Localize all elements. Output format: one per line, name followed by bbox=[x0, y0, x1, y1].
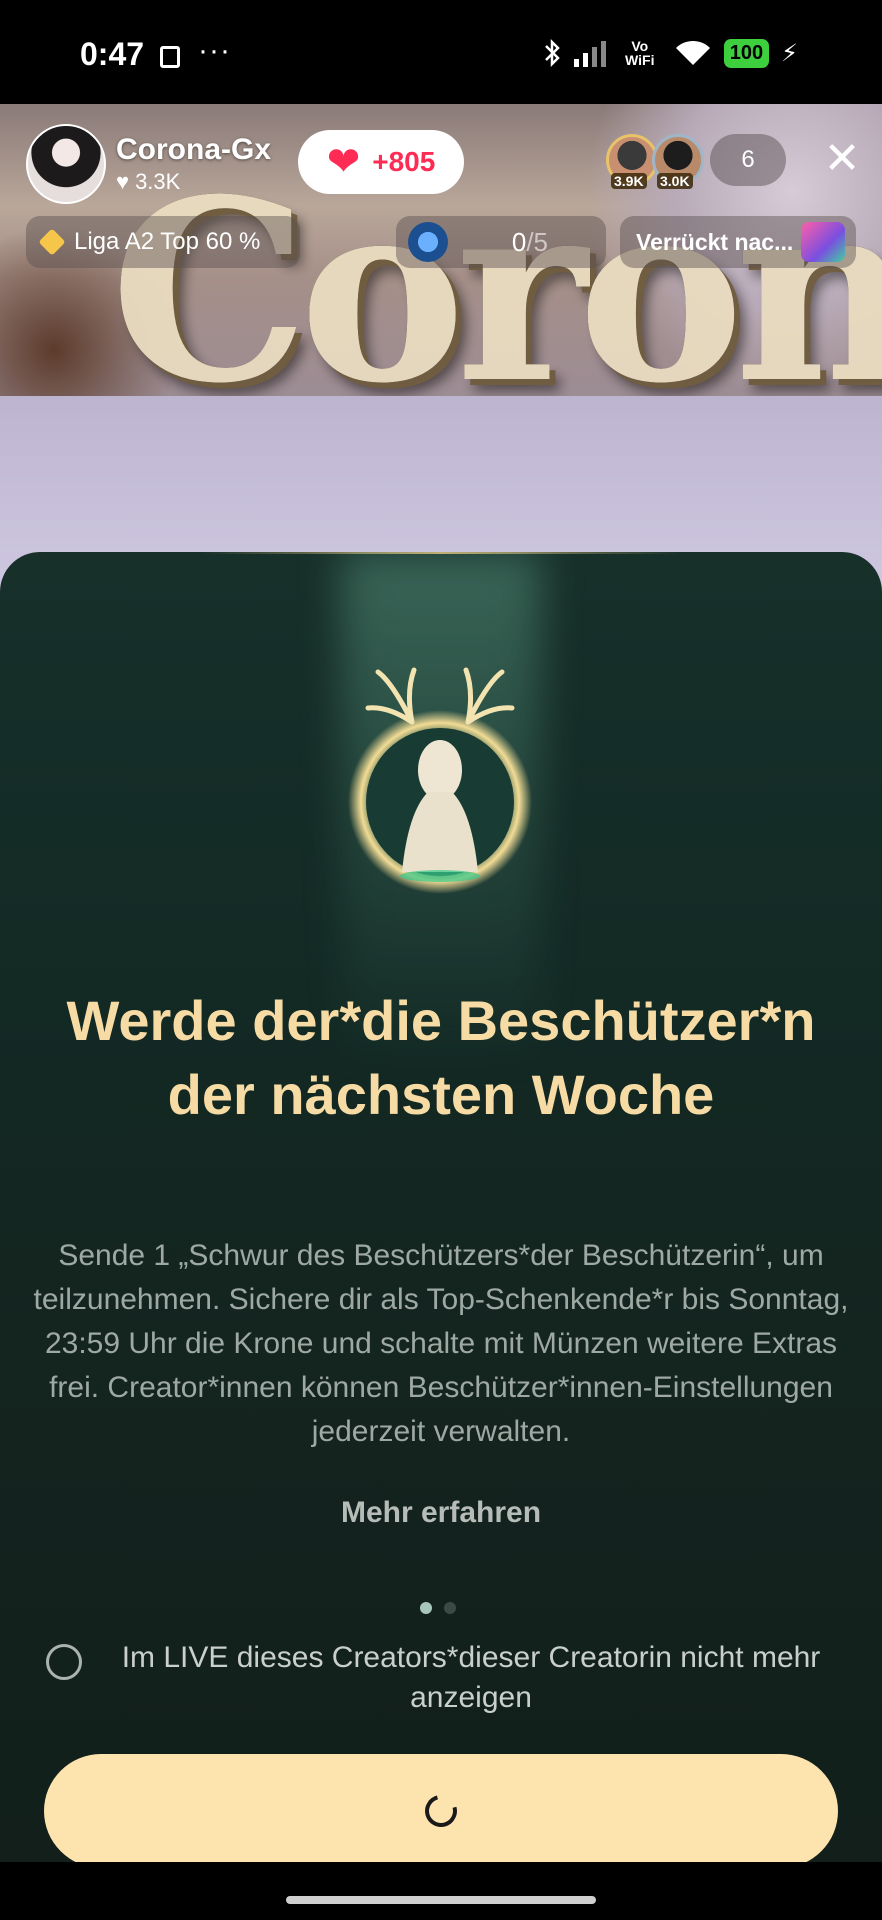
wifi-icon bbox=[675, 40, 710, 65]
like-counter-button[interactable]: ❤ +805 bbox=[298, 130, 464, 194]
host-name: Corona-Gx bbox=[116, 133, 272, 166]
dont-show-again-label: Im LIVE dieses Creators*dieser Creatorin… bbox=[121, 1641, 821, 1714]
close-live-button[interactable]: ✕ bbox=[822, 137, 862, 181]
goal-progress: 0/5 bbox=[512, 227, 548, 258]
league-label: Liga A2 Top 60 % bbox=[74, 228, 261, 255]
home-indicator[interactable] bbox=[286, 1896, 596, 1904]
viewer-avatar[interactable]: 3.0K bbox=[652, 134, 704, 189]
like-count: +805 bbox=[372, 146, 436, 177]
event-chip[interactable]: Verrückt nac... bbox=[620, 216, 856, 268]
page-indicator bbox=[420, 1602, 456, 1614]
gift-goal-chip[interactable]: 0/5 bbox=[396, 216, 606, 268]
bluetooth-icon bbox=[544, 38, 560, 68]
dont-show-again-option[interactable]: Im LIVE dieses Creators*dieser Creatorin… bbox=[46, 1638, 846, 1718]
more-notifications-icon: ··· bbox=[198, 34, 231, 67]
goal-current: 0 bbox=[511, 226, 527, 257]
vowifi-icon: Vo WiFi bbox=[625, 38, 655, 68]
sheet-title: Werde der*die Beschützer*n der nächsten … bbox=[66, 989, 816, 1126]
top-viewers[interactable]: 3.9K 3.0K 6 bbox=[606, 134, 786, 189]
primary-action-button[interactable] bbox=[44, 1754, 838, 1862]
heart-small-icon: ♥ bbox=[116, 169, 130, 194]
event-label: Verrückt nac... bbox=[636, 228, 794, 255]
screen-record-icon bbox=[160, 46, 180, 68]
host-profile[interactable]: Corona-Gx ♥ 3.3K bbox=[26, 124, 271, 204]
viewer-avatar[interactable]: 3.9K bbox=[606, 134, 658, 189]
host-avatar[interactable] bbox=[26, 124, 106, 204]
learn-more-link[interactable]: Mehr erfahren bbox=[0, 1496, 882, 1530]
protector-sheet: Werde der*die Beschützer*n der nächsten … bbox=[0, 552, 882, 1862]
loading-spinner-icon bbox=[419, 1789, 463, 1833]
host-likes-count: 3.3K bbox=[135, 169, 181, 194]
viewer-gift-count: 3.0K bbox=[657, 173, 693, 189]
sheet-description: Sende 1 „Schwur des Beschützers*der Besc… bbox=[33, 1239, 849, 1448]
host-likes: ♥ 3.3K bbox=[116, 169, 271, 195]
event-gift-icon bbox=[801, 222, 846, 262]
charging-icon: ⚡ bbox=[781, 39, 798, 67]
navigation-bar-area bbox=[0, 1862, 882, 1920]
diamond-icon bbox=[38, 228, 66, 256]
viewer-count-button[interactable]: 6 bbox=[710, 134, 786, 186]
viewer-gift-count: 3.9K bbox=[611, 173, 647, 189]
heart-icon: ❤ bbox=[326, 140, 361, 184]
page-dot bbox=[444, 1602, 456, 1614]
goal-total: /5 bbox=[526, 226, 548, 257]
battery-indicator: 100 bbox=[723, 38, 770, 68]
goal-gift-icon bbox=[408, 222, 448, 262]
cell-signal-icon bbox=[573, 39, 606, 67]
dont-show-again-checkbox[interactable] bbox=[46, 1644, 82, 1680]
status-time: 0:47 bbox=[80, 36, 145, 72]
status-bar: 0:47 ··· Vo WiFi 100 ⚡ bbox=[0, 0, 882, 104]
white-stag-emblem-icon bbox=[348, 667, 532, 894]
league-badge[interactable]: Liga A2 Top 60 % bbox=[26, 216, 300, 268]
page-dot-active bbox=[420, 1602, 432, 1614]
